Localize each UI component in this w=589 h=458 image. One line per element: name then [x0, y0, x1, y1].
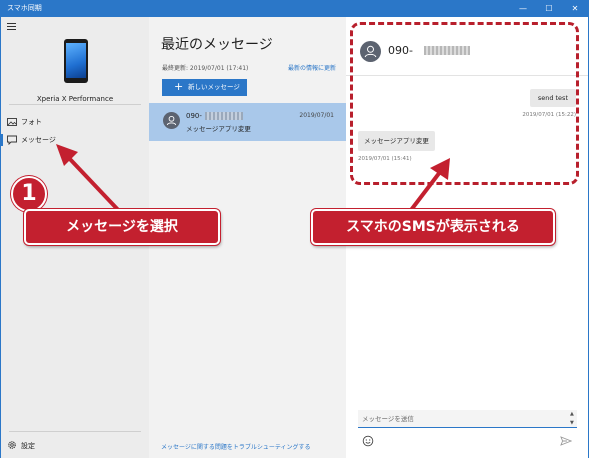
- sidebar-item-label: メッセージ: [21, 136, 56, 144]
- close-button[interactable]: ✕: [562, 1, 588, 17]
- new-message-label: 新しいメッセージ: [188, 83, 240, 91]
- title-bar: スマホ同期 — ☐ ✕: [1, 1, 588, 17]
- divider: [9, 104, 141, 105]
- plus-icon: +: [174, 80, 184, 93]
- send-icon[interactable]: [560, 435, 572, 447]
- emoji-icon[interactable]: [362, 435, 374, 447]
- sidebar-item-photos[interactable]: フォト: [1, 113, 149, 131]
- new-message-button[interactable]: + 新しいメッセージ: [162, 79, 247, 96]
- scroll-down-icon[interactable]: ▼: [570, 420, 574, 426]
- conversation-name: 090-: [186, 112, 202, 120]
- refresh-link[interactable]: 最新の情報に更新: [288, 63, 336, 72]
- selection-indicator: [1, 134, 3, 146]
- conversation-preview: メッセージアプリ変更: [186, 125, 251, 133]
- divider: [9, 431, 141, 432]
- conversation-date: 2019/07/01: [299, 112, 334, 119]
- sidebar-item-label: フォト: [21, 118, 42, 126]
- callout-select-messages: メッセージを選択: [24, 209, 220, 245]
- callout-text: スマホのSMSが表示される: [346, 219, 520, 235]
- compose-message-input[interactable]: [358, 410, 577, 428]
- sidebar-item-messages[interactable]: メッセージ: [1, 131, 149, 149]
- maximize-button[interactable]: ☐: [536, 1, 562, 17]
- phone-image: [64, 39, 88, 83]
- page-title: 最近のメッセージ: [161, 37, 273, 53]
- chat-icon: [7, 135, 17, 145]
- highlight-frame: [350, 22, 579, 185]
- person-icon: [166, 115, 177, 126]
- callout-sms-displayed: スマホのSMSが表示される: [311, 209, 555, 245]
- callout-text: メッセージを選択: [66, 219, 178, 235]
- conversation-list-item[interactable]: 090- 2019/07/01 メッセージアプリ変更: [149, 103, 346, 141]
- gear-icon: [8, 441, 16, 449]
- minimize-button[interactable]: —: [510, 1, 536, 17]
- step-number-badge: 1: [11, 176, 47, 212]
- hamburger-menu-icon[interactable]: [7, 23, 16, 30]
- window-title: スマホ同期: [7, 4, 42, 12]
- last-updated-text: 最終更新: 2019/07/01 (17:41): [162, 65, 249, 72]
- settings-label: 設定: [21, 442, 35, 450]
- photo-icon: [7, 118, 17, 126]
- scroll-up-icon[interactable]: ▲: [570, 411, 574, 417]
- settings-button[interactable]: 設定: [1, 437, 149, 455]
- device-name: Xperia X Performance: [36, 95, 114, 103]
- troubleshoot-link[interactable]: メッセージに関する問題をトラブルシューティングする: [161, 442, 311, 451]
- avatar: [163, 112, 180, 129]
- redacted-number: [205, 112, 243, 120]
